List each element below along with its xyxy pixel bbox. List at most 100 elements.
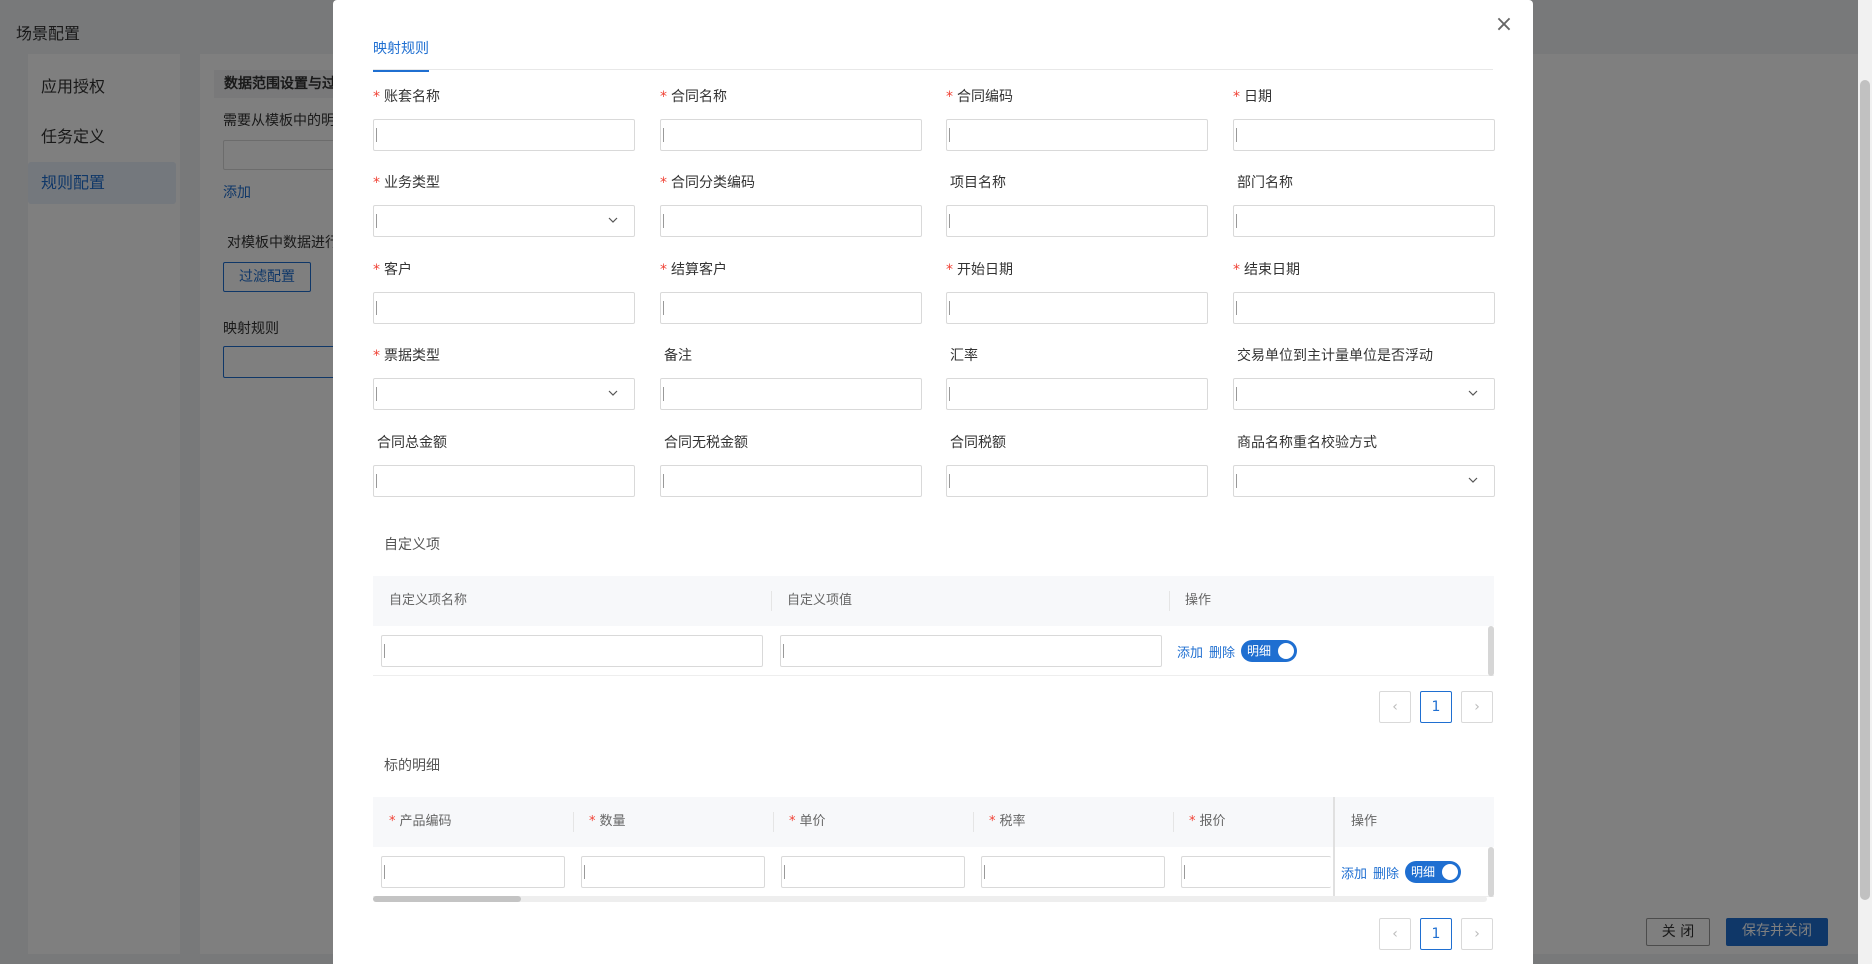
detail-items-title: 标的明细 [384, 758, 440, 774]
page-scrollbar-thumb[interactable] [1860, 80, 1870, 900]
field-select[interactable] [1233, 378, 1495, 410]
col-quantity: * 数量 [589, 814, 626, 829]
detail-items-table: * 产品编码 * 数量 * 单价 * 税率 * 报价 操作 添加 删除 明细 [373, 797, 1494, 897]
chevron-down-icon [1468, 477, 1478, 483]
next-page-button[interactable]: › [1461, 691, 1493, 723]
form-item: 汇率 [946, 346, 1208, 410]
field-input[interactable] [660, 292, 922, 324]
tax-rate-input[interactable] [981, 856, 1165, 888]
field-input[interactable] [373, 292, 635, 324]
field-input[interactable] [660, 465, 922, 497]
field-label: * 账套名称 [373, 89, 440, 105]
form-item: * 业务类型 [373, 173, 635, 237]
form-item: 合同无税金额 [660, 433, 922, 497]
field-label: 部门名称 [1237, 175, 1293, 191]
col-tax-rate: * 税率 [989, 814, 1026, 829]
field-label: 汇率 [950, 348, 978, 364]
field-select[interactable] [1233, 465, 1495, 497]
form-item: * 结算客户 [660, 260, 922, 324]
field-input[interactable] [1233, 119, 1495, 151]
field-label: * 合同分类编码 [660, 175, 755, 191]
field-label: * 票据类型 [373, 348, 440, 364]
prev-page-button[interactable]: ‹ [1379, 691, 1411, 723]
fixed-operation-cell: 添加 删除 明细 [1333, 847, 1488, 896]
custom-table-header: 自定义项名称 自定义项值 操作 [373, 576, 1494, 626]
field-label: * 日期 [1233, 89, 1272, 105]
field-input[interactable] [946, 292, 1208, 324]
field-label: 商品名称重名校验方式 [1237, 435, 1377, 451]
switch-label: 明细 [1247, 644, 1272, 658]
field-input[interactable] [660, 378, 922, 410]
form-item: * 客户 [373, 260, 635, 324]
tab-mapping-rule[interactable]: 映射规则 [373, 38, 429, 72]
page-scrollbar[interactable] [1858, 0, 1872, 964]
custom-name-input[interactable] [381, 635, 763, 667]
form-item: 交易单位到主计量单位是否浮动 [1233, 346, 1495, 410]
row-scrollbar[interactable] [1488, 847, 1494, 897]
close-icon[interactable]: × [1493, 14, 1515, 36]
col-custom-name: 自定义项名称 [389, 593, 468, 608]
prev-page-button[interactable]: ‹ [1379, 918, 1411, 950]
field-input[interactable] [946, 119, 1208, 151]
field-label: * 合同编码 [946, 89, 1013, 105]
detail-add-link[interactable]: 添加 [1341, 863, 1367, 882]
chevron-down-icon [608, 390, 618, 396]
field-label: * 结束日期 [1233, 262, 1300, 278]
chevron-down-icon [1468, 390, 1478, 396]
chevron-down-icon [608, 217, 618, 223]
field-label: 交易单位到主计量单位是否浮动 [1237, 348, 1433, 364]
detail-table-header: * 产品编码 * 数量 * 单价 * 税率 * 报价 操作 [373, 797, 1494, 847]
detail-switch[interactable]: 明细 [1241, 640, 1297, 662]
field-label: * 业务类型 [373, 175, 440, 191]
form-item: * 合同分类编码 [660, 173, 922, 237]
col-custom-operation: 操作 [1185, 593, 1212, 608]
table-row: 添加 删除 明细 [373, 847, 1494, 897]
form-item: 合同总金额 [373, 433, 635, 497]
field-label: * 开始日期 [946, 262, 1013, 278]
field-label: * 结算客户 [660, 262, 727, 278]
field-input[interactable] [660, 119, 922, 151]
detail-pagination: ‹ 1 › [1379, 918, 1493, 950]
page-1-button[interactable]: 1 [1420, 691, 1452, 723]
field-select[interactable] [373, 205, 635, 237]
quantity-input[interactable] [581, 856, 765, 888]
field-select[interactable] [373, 378, 635, 410]
field-input[interactable] [660, 205, 922, 237]
horizontal-scrollbar-thumb[interactable] [373, 896, 521, 902]
field-input[interactable] [373, 119, 635, 151]
col-custom-value: 自定义项值 [787, 593, 853, 608]
page-1-button[interactable]: 1 [1420, 918, 1452, 950]
field-input[interactable] [1233, 292, 1495, 324]
row-scrollbar[interactable] [1488, 626, 1494, 676]
detail-delete-link[interactable]: 删除 [1373, 863, 1399, 882]
field-label: 项目名称 [950, 175, 1006, 191]
form-item: * 合同编码 [946, 87, 1208, 151]
field-input[interactable] [946, 205, 1208, 237]
custom-value-input[interactable] [780, 635, 1162, 667]
form-item: * 日期 [1233, 87, 1495, 151]
next-page-button[interactable]: › [1461, 918, 1493, 950]
row-add-link[interactable]: 添加 [1177, 642, 1203, 661]
col-detail-operation: 操作 [1333, 797, 1494, 847]
row-delete-link[interactable]: 删除 [1209, 642, 1235, 661]
horizontal-scrollbar[interactable] [373, 896, 1487, 902]
quote-input[interactable] [1181, 856, 1331, 888]
custom-pagination: ‹ 1 › [1379, 691, 1493, 723]
form-item: 项目名称 [946, 173, 1208, 237]
switch-label: 明细 [1411, 865, 1436, 879]
field-label: 备注 [664, 348, 692, 364]
field-input[interactable] [1233, 205, 1495, 237]
field-input[interactable] [373, 465, 635, 497]
form-item: 部门名称 [1233, 173, 1495, 237]
unit-price-input[interactable] [781, 856, 965, 888]
field-input[interactable] [946, 465, 1208, 497]
form-item: * 票据类型 [373, 346, 635, 410]
mapping-modal: × 映射规则 * 账套名称 * 合同名称 * 合同编码 * 日期 * 业务类型 * 合同分类编码 项目名… [333, 0, 1533, 964]
product-code-input[interactable] [381, 856, 565, 888]
field-input[interactable] [946, 378, 1208, 410]
custom-items-title: 自定义项 [384, 537, 440, 553]
detail-row-switch[interactable]: 明细 [1405, 861, 1461, 883]
form-item: 合同税额 [946, 433, 1208, 497]
col-quote: * 报价 [1189, 814, 1226, 829]
modal-tabs: 映射规则 [373, 30, 1493, 72]
